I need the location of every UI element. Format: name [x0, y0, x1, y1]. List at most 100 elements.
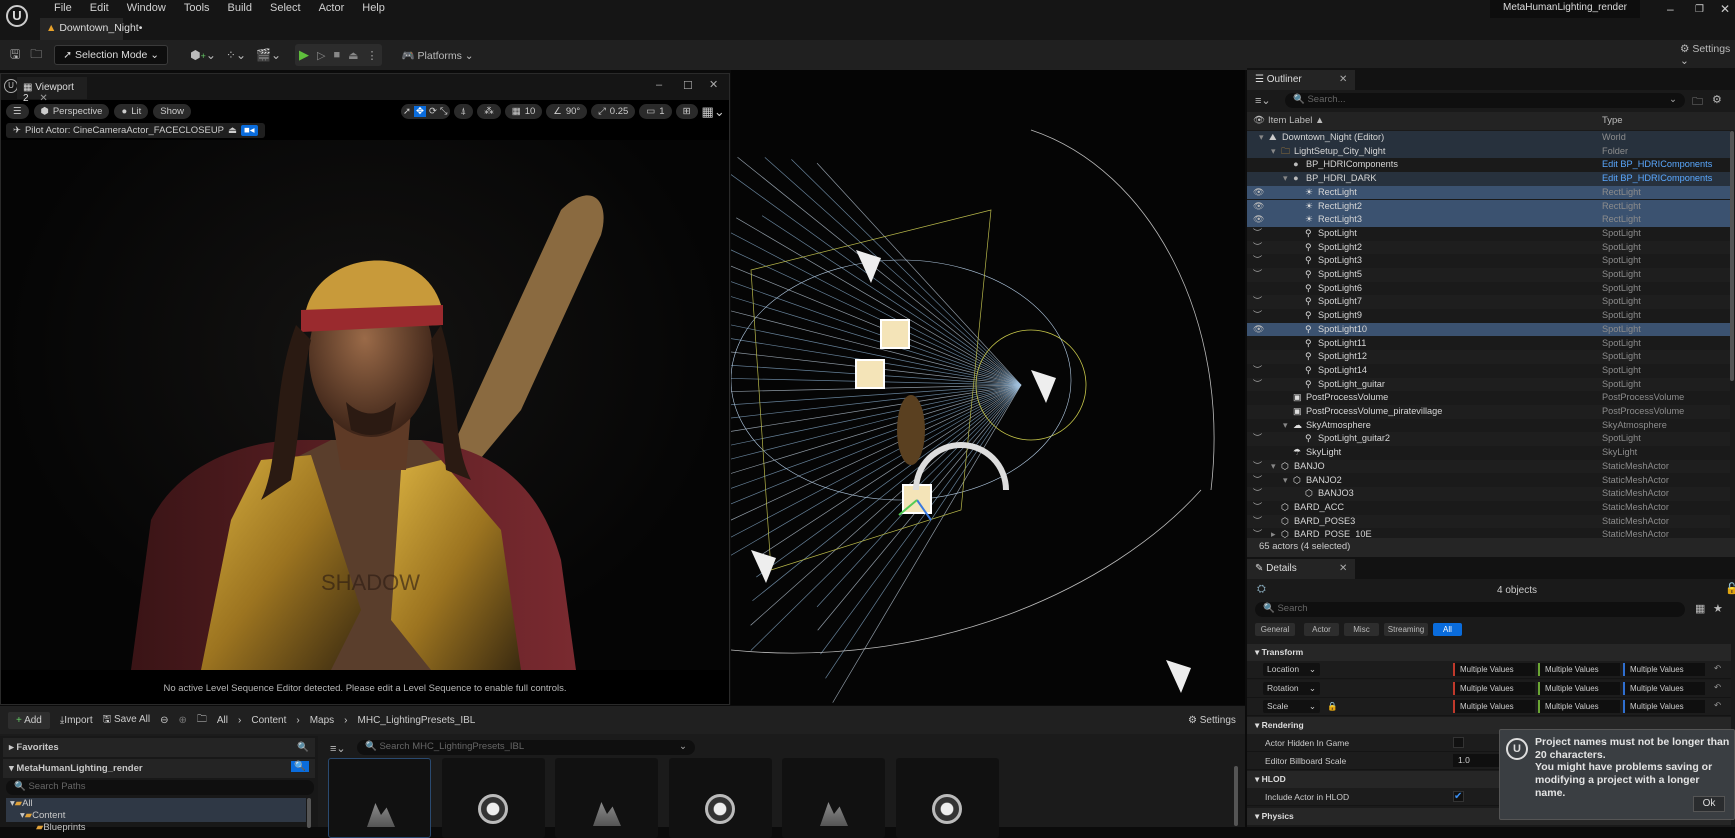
- breadcrumb-item[interactable]: All: [217, 715, 228, 726]
- select-icon[interactable]: ➚: [403, 106, 411, 117]
- visibility-hidden-icon[interactable]: ︶: [1253, 241, 1262, 255]
- stop-icon[interactable]: ■: [333, 49, 340, 61]
- outliner-row[interactable]: ︶ ⚲ SpotLight2 SpotLight: [1247, 240, 1730, 255]
- filter-all[interactable]: All: [1433, 623, 1462, 636]
- scale-snap-button[interactable]: ⤢ 0.25: [591, 104, 636, 119]
- import-button[interactable]: ⤓Import: [60, 715, 93, 726]
- outliner-row[interactable]: ︶ ⚲ SpotLight7 SpotLight: [1247, 295, 1730, 310]
- asset-tile[interactable]: [668, 758, 772, 838]
- breadcrumb-item[interactable]: Maps: [310, 715, 334, 726]
- expand-arrow-icon[interactable]: ▾: [1283, 172, 1288, 186]
- visibility-hidden-icon[interactable]: ︶: [1253, 474, 1262, 488]
- multiple-values-z[interactable]: Multiple Values: [1623, 681, 1705, 695]
- asset-search-input[interactable]: 🔍 Search MHC_LightingPresets_IBL ⌄: [357, 740, 695, 755]
- outliner-row[interactable]: ▣ PostProcessVolume_piratevillage PostProc…: [1247, 405, 1730, 419]
- viewport-2-tab[interactable]: ▦ Viewport 2 ✕: [17, 77, 87, 104]
- add-actor-icon[interactable]: ⬢+⌄: [190, 48, 216, 62]
- outliner-row[interactable]: 👁 ☀ RectLight RectLight: [1247, 185, 1730, 200]
- details-search-input[interactable]: 🔍 Search: [1255, 602, 1685, 617]
- multiple-values-y[interactable]: Multiple Values: [1538, 681, 1620, 695]
- outliner-row[interactable]: ▾ ⛰ Downtown_Night (Editor) World: [1247, 131, 1730, 145]
- main-viewport[interactable]: [731, 70, 1245, 705]
- details-tab[interactable]: ✎ Details ✕: [1247, 559, 1355, 579]
- filter-misc[interactable]: Misc: [1344, 623, 1379, 636]
- outliner-row[interactable]: 👁 ☀ RectLight3 RectLight: [1247, 213, 1730, 227]
- angle-snap-button[interactable]: ∠ 90°: [546, 104, 588, 119]
- asset-filter-icon[interactable]: ≡⌄: [330, 742, 346, 755]
- visibility-eye-icon[interactable]: 👁: [1253, 200, 1264, 214]
- save-all-button[interactable]: 🖫 Save All: [103, 712, 150, 729]
- search-icon[interactable]: 🔍: [297, 742, 309, 753]
- filter-icon[interactable]: ≡⌄: [1255, 94, 1271, 107]
- layout-button[interactable]: ⊞: [675, 104, 698, 119]
- multiple-values-z[interactable]: Multiple Values: [1623, 700, 1705, 713]
- menu-edit[interactable]: Edit: [81, 2, 118, 14]
- menu-tools[interactable]: Tools: [175, 2, 219, 14]
- outliner-row[interactable]: ▾ 🗀 LightSetup_City_Night Folder: [1247, 144, 1730, 159]
- visibility-hidden-icon[interactable]: ︶: [1253, 254, 1262, 268]
- outliner-row[interactable]: ▾ ● BP_HDRI_DARK Edit BP_HDRIComponents: [1247, 172, 1730, 186]
- lit-button[interactable]: ● Lit: [114, 104, 149, 119]
- visibility-hidden-icon[interactable]: ︶: [1253, 295, 1262, 309]
- reset-icon[interactable]: ↶: [1714, 700, 1721, 711]
- favorites-header[interactable]: ▸ Favorites 🔍: [3, 738, 315, 757]
- visibility-hidden-icon[interactable]: ︶: [1253, 487, 1262, 501]
- blueprint-icon[interactable]: ⁘⌄: [226, 48, 246, 62]
- scale-icon[interactable]: ⤡: [440, 106, 448, 117]
- visibility-hidden-icon[interactable]: ︶: [1253, 501, 1262, 515]
- outliner-row[interactable]: 👁 ☀ RectLight2 RectLight: [1247, 199, 1730, 214]
- outliner-scrollbar[interactable]: [1730, 131, 1734, 381]
- visibility-column-icon[interactable]: 👁: [1253, 115, 1265, 126]
- coord-system-button[interactable]: ⍋: [453, 104, 474, 119]
- search-paths-input[interactable]: 🔍 Search Paths: [6, 780, 314, 795]
- expand-arrow-icon[interactable]: ▾: [1283, 474, 1288, 488]
- search-toggle-icon[interactable]: 🔍: [291, 761, 309, 772]
- more-icon[interactable]: ⋮: [367, 49, 378, 62]
- multiple-values-y[interactable]: Multiple Values: [1538, 700, 1620, 713]
- outliner-row[interactable]: ☂ SkyLight SkyLight: [1247, 446, 1730, 460]
- visibility-eye-icon[interactable]: 👁: [1253, 186, 1264, 200]
- outliner-row[interactable]: ︶ ⬡ BARD_POSE3 StaticMeshActor: [1247, 514, 1730, 529]
- camera-speed-button[interactable]: ▭ 1: [639, 104, 672, 119]
- visibility-hidden-icon[interactable]: ︶: [1253, 309, 1262, 323]
- level-tab[interactable]: ▲ Downtown_Night•: [40, 18, 142, 40]
- close-details-icon[interactable]: ✕: [1339, 563, 1347, 574]
- new-folder-icon[interactable]: 🗀: [1692, 93, 1703, 112]
- tree-item-content[interactable]: ▾▰Content: [6, 810, 306, 822]
- outliner-row[interactable]: ▾ ☁ SkyAtmosphere SkyAtmosphere: [1247, 419, 1730, 433]
- close-button[interactable]: ✕: [1720, 2, 1730, 16]
- project-header[interactable]: ▾ MetaHumanLighting_render 🔍: [3, 759, 315, 778]
- visibility-hidden-icon[interactable]: ︶: [1253, 378, 1262, 392]
- actor-hidden-checkbox[interactable]: [1453, 737, 1464, 748]
- asset-tile[interactable]: [895, 758, 999, 838]
- outliner-settings-icon[interactable]: ⚙: [1712, 93, 1722, 106]
- multiple-values-x[interactable]: Multiple Values: [1453, 681, 1535, 695]
- outliner-row[interactable]: ︶ ⚲ SpotLight_guitar2 SpotLight: [1247, 432, 1730, 447]
- lock-icon[interactable]: 🔓: [1725, 582, 1735, 595]
- outliner-row[interactable]: ⚲ SpotLight6 SpotLight: [1247, 282, 1730, 296]
- outliner-row[interactable]: ︶ ⚲ SpotLight5 SpotLight: [1247, 268, 1730, 282]
- surface-snap-button[interactable]: ⁂: [477, 104, 501, 119]
- filter-streaming[interactable]: Streaming: [1384, 623, 1428, 636]
- outliner-row[interactable]: ● BP_HDRIComponents Edit BP_HDRIComponents: [1247, 158, 1730, 172]
- outliner-row[interactable]: ︶ ⬡ BARD_ACC StaticMeshActor: [1247, 501, 1730, 515]
- move-icon[interactable]: ✥: [413, 106, 426, 117]
- outliner-row[interactable]: ▣ PostProcessVolume PostProcessVolume: [1247, 391, 1730, 405]
- transform-section[interactable]: ▾ Transform: [1247, 644, 1731, 661]
- breadcrumb-item[interactable]: Content: [251, 715, 286, 726]
- outliner-row[interactable]: ︶ ⚲ SpotLight14 SpotLight: [1247, 364, 1730, 378]
- location-dropdown[interactable]: Location ⌄: [1263, 663, 1320, 676]
- edit-blueprint-link[interactable]: Edit BP_HDRIComponents: [1602, 172, 1712, 186]
- camera-lock-button[interactable]: ■◂: [241, 125, 258, 136]
- outliner-row[interactable]: ︶ ⚲ SpotLight9 SpotLight: [1247, 309, 1730, 323]
- platforms-dropdown[interactable]: 🎮 Platforms ⌄: [402, 49, 474, 62]
- reset-icon[interactable]: ↶: [1714, 663, 1721, 674]
- rotation-dropdown[interactable]: Rotation ⌄: [1263, 681, 1320, 695]
- visibility-hidden-icon[interactable]: ︶: [1253, 528, 1262, 538]
- unreal-logo[interactable]: U: [6, 5, 28, 27]
- asset-tile[interactable]: [328, 758, 431, 838]
- add-button[interactable]: + Add: [8, 711, 50, 729]
- include-hlod-checkbox[interactable]: ✔: [1453, 791, 1464, 802]
- outliner-row[interactable]: ⚲ SpotLight12 SpotLight: [1247, 350, 1730, 364]
- outliner-row[interactable]: ︶ ▾ ⬡ BANJO2 StaticMeshActor: [1247, 474, 1730, 488]
